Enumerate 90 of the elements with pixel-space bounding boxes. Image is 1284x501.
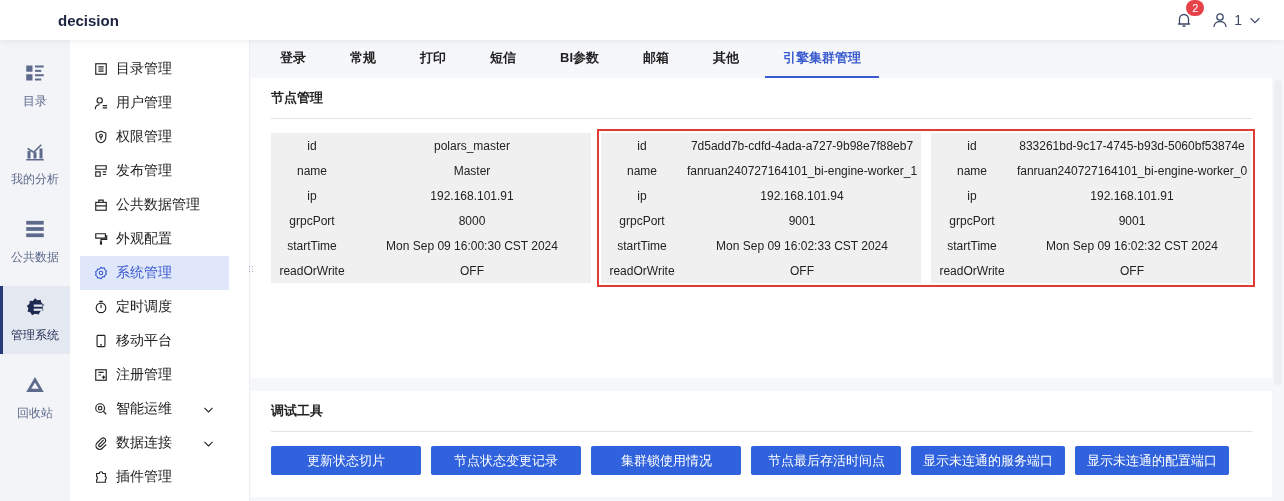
section-title: 调试工具 (271, 391, 1252, 432)
field-value: Mon Sep 09 16:00:30 CST 2024 (385, 238, 559, 253)
field-value: 192.168.101.94 (759, 188, 845, 203)
rail-item[interactable]: 目录 (0, 52, 70, 120)
phone-icon (94, 334, 108, 348)
field-value: Mon Sep 09 16:02:32 CST 2024 (1045, 238, 1219, 253)
user-menu[interactable]: 1 (1212, 12, 1262, 28)
menu-item[interactable]: 注册管理 (80, 358, 229, 392)
field-key: name (271, 163, 353, 178)
settings-icon (94, 266, 108, 280)
field-key: startTime (601, 238, 683, 253)
menu-item[interactable]: 用户管理 (80, 86, 229, 120)
menu-item[interactable]: 目录管理 (80, 52, 229, 86)
shield-icon (94, 130, 108, 144)
field-key: ip (271, 188, 353, 203)
magnifier-icon (94, 402, 108, 416)
section-title: 节点管理 (271, 78, 1252, 119)
menu-item[interactable]: 外观配置 (80, 222, 229, 256)
menu-item[interactable]: 定时调度 (80, 290, 229, 324)
field-key: startTime (931, 238, 1013, 253)
field-key: grpcPort (601, 213, 683, 228)
tool-button[interactable]: 更新状态切片 (271, 446, 421, 475)
field-value: 192.168.101.91 (1089, 188, 1175, 203)
field-value: 8000 (457, 213, 487, 228)
puzzle-icon (94, 470, 108, 484)
field-value: fanruan240727164101_bi-engine-worker_0 (1015, 163, 1249, 178)
field-key: readOrWrite (601, 263, 683, 278)
notification-button[interactable] (1176, 12, 1193, 28)
field-value: OFF (789, 263, 815, 278)
menu-item[interactable]: 权限管理 (80, 120, 229, 154)
field-key: readOrWrite (931, 263, 1013, 278)
tool-button[interactable]: 显示未连通的配置端口 (1075, 446, 1229, 475)
field-key: id (931, 138, 1013, 153)
field-value: 192.168.101.91 (429, 188, 515, 203)
field-value: fanruan240727164101_bi-engine-worker_1 (685, 163, 919, 178)
menu-item[interactable]: 数据连接 (80, 426, 229, 460)
field-value: Mon Sep 09 16:02:33 CST 2024 (715, 238, 889, 253)
field-value: 9001 (1117, 213, 1147, 228)
field-key: ip (601, 188, 683, 203)
tab[interactable]: 打印 (402, 40, 464, 78)
layout-icon (94, 164, 108, 178)
list-icon (94, 62, 108, 76)
menu-item[interactable]: 发布管理 (80, 154, 229, 188)
rail-item[interactable]: 公共数据 (0, 208, 70, 276)
rail-item[interactable]: 回收站 (0, 364, 70, 432)
field-key: readOrWrite (271, 263, 353, 278)
tool-button[interactable]: 节点状态变更记录 (431, 446, 581, 475)
tab[interactable]: 其他 (695, 40, 757, 78)
field-key: ip (931, 188, 1013, 203)
gear-icon (25, 296, 45, 317)
menu-item[interactable]: 移动平台 (80, 324, 229, 358)
rail-item[interactable]: 管理系统 (0, 286, 70, 354)
menu-item[interactable]: 公共数据管理 (80, 188, 229, 222)
field-value: Master (452, 163, 492, 178)
field-key: id (271, 138, 353, 153)
field-value: OFF (459, 263, 485, 278)
field-value: 7d5add7b-cdfd-4ada-a727-9b98e7f88eb7 (689, 138, 915, 153)
notification-count: 2 (1186, 0, 1205, 16)
field-value: 833261bd-9c17-4745-b93d-5060bf53874e (1018, 138, 1246, 153)
tool-button[interactable]: 集群锁使用情况 (591, 446, 741, 475)
app-name: decision (58, 11, 120, 29)
field-key: startTime (271, 238, 353, 253)
field-value: 9001 (787, 213, 817, 228)
menu-item[interactable]: 智能运维 (80, 392, 229, 426)
briefcase-icon (94, 198, 108, 212)
field-value: OFF (1119, 263, 1145, 278)
field-key: grpcPort (271, 213, 353, 228)
tab[interactable]: 短信 (472, 40, 534, 78)
field-key: name (601, 163, 683, 178)
paint-roller-icon (94, 232, 108, 246)
tab[interactable]: 邮箱 (625, 40, 687, 78)
field-key: grpcPort (931, 213, 1013, 228)
stopwatch-icon (94, 300, 108, 314)
paperclip-icon (94, 436, 108, 450)
tool-button[interactable]: 节点最后存活时间点 (751, 446, 901, 475)
menu-item[interactable]: 插件管理 (80, 460, 229, 494)
user-icon (94, 96, 108, 110)
field-key: name (931, 163, 1013, 178)
rail-item[interactable]: 我的分析 (0, 130, 70, 198)
field-key: id (601, 138, 683, 153)
tool-button[interactable]: 显示未连通的服务端口 (911, 446, 1065, 475)
tab[interactable]: 登录 (262, 40, 324, 78)
tab[interactable]: BI参数 (542, 40, 617, 78)
menu-item[interactable]: 系统管理 (80, 256, 229, 290)
tab[interactable]: 常规 (332, 40, 394, 78)
register-icon (94, 368, 108, 382)
bell-icon (1176, 12, 1193, 28)
field-value: polars_master (433, 138, 511, 153)
user-icon (1212, 12, 1229, 28)
data-icon (25, 218, 45, 239)
